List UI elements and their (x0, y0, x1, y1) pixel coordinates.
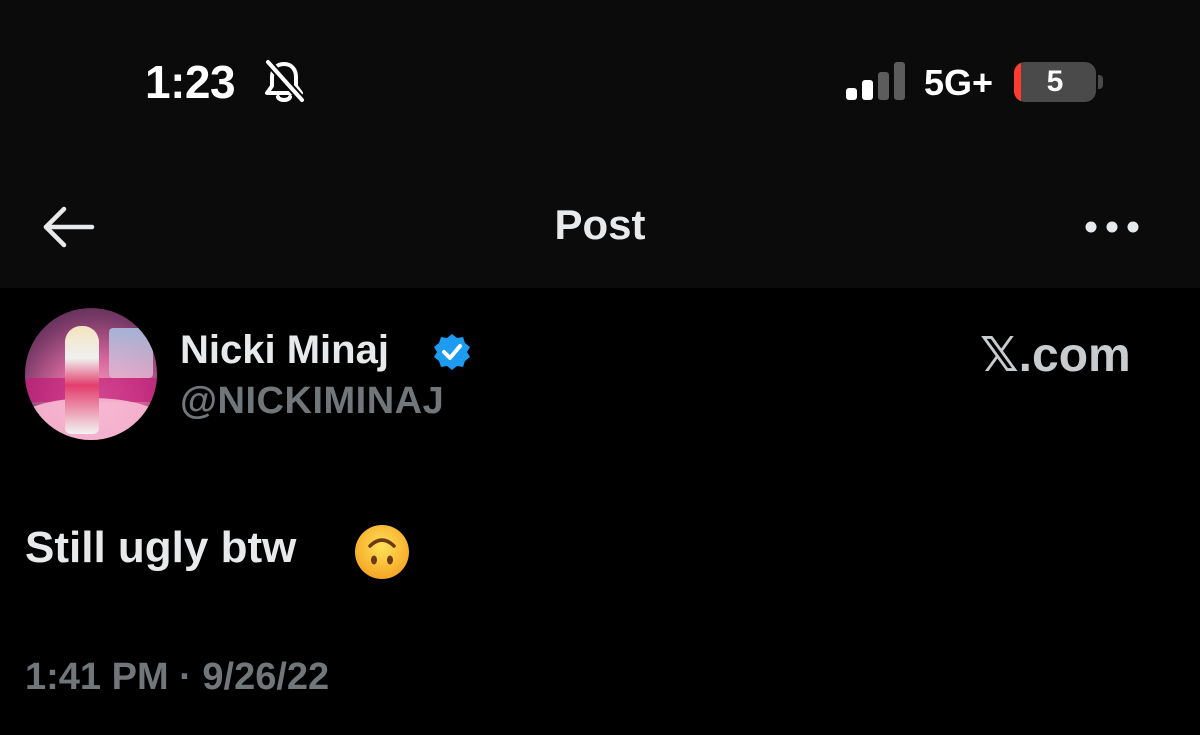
ellipsis-icon[interactable] (1080, 212, 1144, 242)
post: Nicki Minaj @NICKIMINAJ 𝕏.com Still ugly… (0, 288, 1200, 735)
signal-bar (894, 62, 905, 100)
site-watermark: 𝕏.com (980, 329, 1131, 382)
post-text: Still ugly btw (25, 523, 297, 572)
page-title: Post (554, 201, 646, 248)
upside-down-face-emoji-icon (355, 525, 409, 579)
author-handle[interactable]: @NICKIMINAJ (180, 378, 444, 424)
avatar-window (109, 328, 153, 378)
author-display-name[interactable]: Nicki Minaj (180, 326, 389, 374)
signal-bar (862, 80, 873, 100)
status-time: 1:23 (145, 56, 236, 108)
battery-indicator: 5 (1014, 62, 1096, 102)
battery-level: 5 (1046, 65, 1064, 98)
signal-bar (846, 88, 857, 100)
network-type: 5G+ (924, 62, 994, 103)
post-timestamp[interactable]: 1:41 PM · 9/26/22 (25, 654, 329, 700)
signal-bar (878, 72, 889, 100)
status-bar: 1:23 5G+ 5 (0, 0, 1200, 160)
avatar[interactable] (25, 308, 157, 440)
avatar-figure (65, 326, 99, 434)
battery-cap (1098, 75, 1103, 89)
bell-slash-icon (264, 58, 306, 104)
nav-header: Post (0, 160, 1200, 288)
cellular-signal-icon (846, 62, 905, 100)
verified-badge-icon[interactable] (432, 332, 472, 372)
